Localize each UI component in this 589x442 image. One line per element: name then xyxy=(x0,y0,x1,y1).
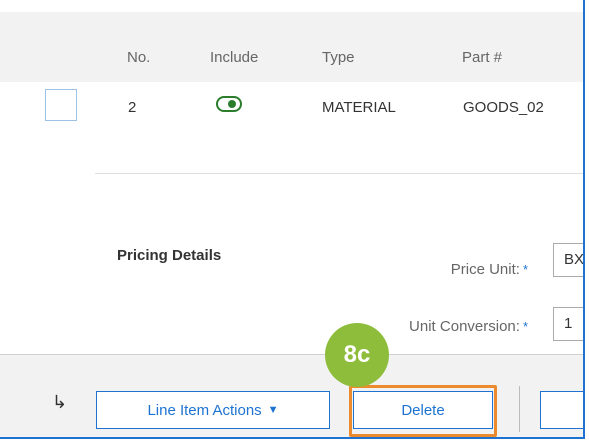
include-toggle[interactable] xyxy=(216,96,242,112)
required-marker: * xyxy=(522,262,528,277)
table-header: No. Include Type Part # xyxy=(0,12,583,82)
row-number: 2 xyxy=(128,99,137,116)
unit-conversion-label-text: Unit Conversion: xyxy=(409,318,520,335)
column-header-no[interactable]: No. xyxy=(127,49,150,66)
pricing-details-heading: Pricing Details xyxy=(117,247,222,264)
line-items-panel: No. Include Type Part # 2 MATERIAL GOODS… xyxy=(0,0,585,439)
price-unit-label: Price Unit: * xyxy=(451,261,528,278)
chevron-down-icon: ▼ xyxy=(267,404,279,416)
delete-label: Delete xyxy=(401,401,445,419)
line-item-actions-label: Line Item Actions xyxy=(147,401,262,419)
delete-button[interactable]: Delete xyxy=(353,391,493,429)
divider xyxy=(95,173,583,174)
unit-conversion-label: Unit Conversion: * xyxy=(409,318,528,335)
required-marker: * xyxy=(522,319,528,334)
toolbar-separator xyxy=(519,386,520,432)
toggle-knob xyxy=(228,100,236,108)
column-header-type[interactable]: Type xyxy=(322,49,355,66)
price-unit-input[interactable]: BX xyxy=(553,243,583,277)
step-callout-badge: 8c xyxy=(325,323,389,387)
column-header-part[interactable]: Part # xyxy=(462,49,502,66)
line-item-actions-button[interactable]: Line Item Actions ▼ xyxy=(96,391,330,429)
row-select-checkbox[interactable] xyxy=(45,89,77,121)
price-unit-label-text: Price Unit: xyxy=(450,261,520,278)
partial-button[interactable]: A xyxy=(540,391,583,429)
row-part-number: GOODS_02 xyxy=(463,99,544,116)
unit-conversion-input[interactable]: 1 xyxy=(553,307,583,341)
return-arrow-icon: ↳ xyxy=(52,392,68,412)
column-header-include[interactable]: Include xyxy=(210,49,258,66)
row-type: MATERIAL xyxy=(322,99,396,116)
